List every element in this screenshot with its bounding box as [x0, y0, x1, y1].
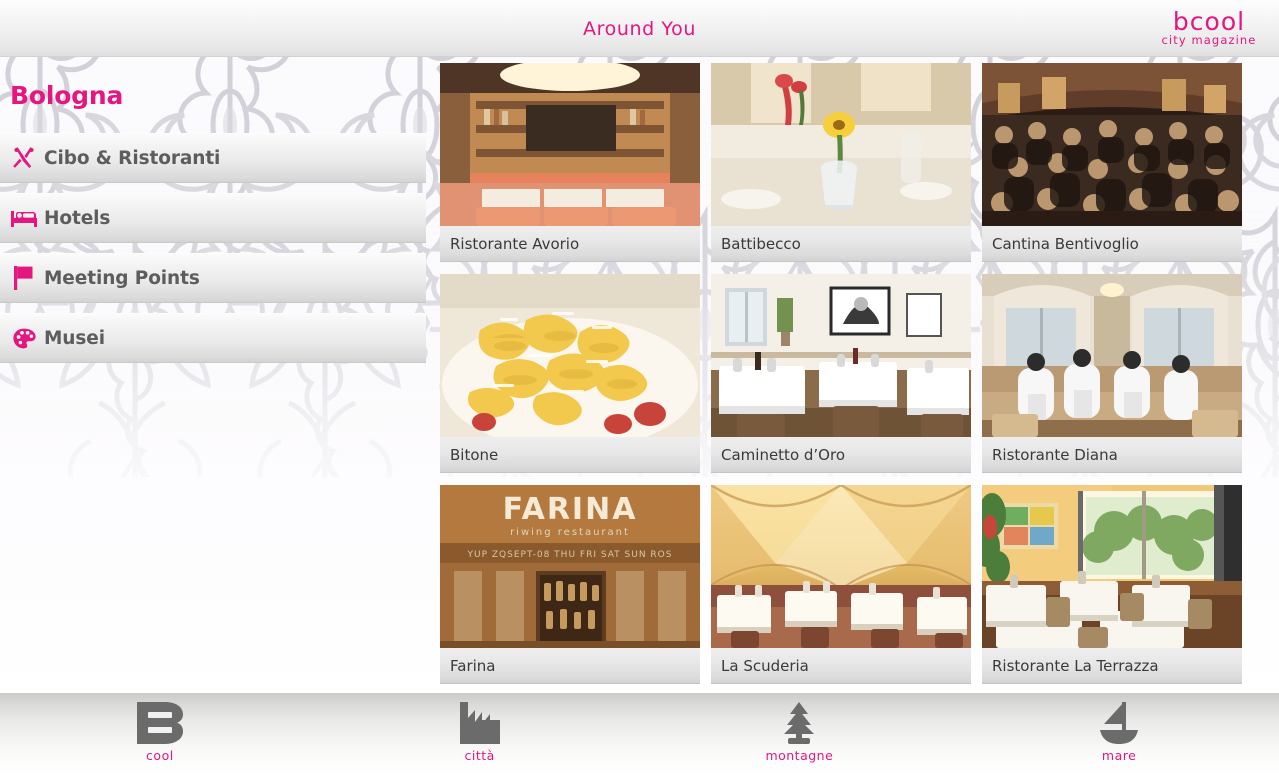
city-skyline-icon	[459, 701, 500, 745]
venue-card[interactable]: Battibecco	[711, 63, 971, 262]
sidebar-item-musei[interactable]: Musei	[0, 313, 426, 363]
logo-wordmark: bcool	[1172, 7, 1246, 36]
venue-card[interactable]: Ristorante Diana	[982, 274, 1242, 473]
sidebar-item-label: Musei	[44, 327, 105, 349]
venue-title: Ristorante Diana	[982, 437, 1242, 473]
bed-icon	[4, 209, 44, 227]
venue-title: Bitone	[440, 437, 700, 473]
nav-label: mare	[1101, 748, 1137, 763]
fork-knife-icon	[4, 147, 44, 169]
venue-card[interactable]: FARINA riwing restaurant YUP ZQSEPT-08 T…	[440, 485, 700, 684]
logo-tagline: city magazine	[1161, 33, 1257, 47]
venue-photo	[982, 274, 1242, 437]
venue-title: Caminetto d’Oro	[711, 437, 971, 473]
sidebar: Bologna Cibo & Ristoranti Hotels Meeting…	[0, 57, 426, 693]
venue-grid: Ristorante Avorio Battibecco Cantina Ben…	[440, 63, 1246, 696]
nav-item-mare[interactable]: mare	[959, 693, 1279, 775]
venue-title: Ristorante La Terrazza	[982, 648, 1242, 684]
category-menu: Cibo & Ristoranti Hotels Meeting Points …	[0, 133, 426, 373]
nav-label: cool	[146, 748, 174, 763]
venue-photo	[440, 274, 700, 437]
nav-item-cool[interactable]: cool	[0, 693, 320, 775]
venue-card[interactable]: La Scuderia	[711, 485, 971, 684]
svg-text:riwing restaurant: riwing restaurant	[510, 527, 630, 538]
venue-title: Battibecco	[711, 226, 971, 262]
venue-photo	[711, 485, 971, 648]
venue-photo: FARINA riwing restaurant YUP ZQSEPT-08 T…	[440, 485, 700, 648]
venue-title: La Scuderia	[711, 648, 971, 684]
nav-label: montagne	[765, 748, 834, 763]
venue-card[interactable]: Caminetto d’Oro	[711, 274, 971, 473]
venue-card[interactable]: Cantina Bentivoglio	[982, 63, 1242, 262]
venue-title: Farina	[440, 648, 700, 684]
app-header: Around You bcool city magazine	[0, 0, 1279, 57]
sidebar-item-meeting-points[interactable]: Meeting Points	[0, 253, 426, 303]
pine-tree-icon	[778, 701, 820, 745]
sidebar-item-cibo-ristoranti[interactable]: Cibo & Ristoranti	[0, 133, 426, 183]
venue-photo	[711, 274, 971, 437]
page-title: Around You	[583, 18, 696, 40]
svg-text:FARINA: FARINA	[503, 492, 638, 527]
sidebar-item-label: Meeting Points	[44, 267, 200, 289]
bcool-b-icon	[136, 701, 183, 745]
venue-photo	[982, 485, 1242, 648]
venue-photo	[711, 63, 971, 226]
bcool-logo[interactable]: bcool city magazine	[1153, 9, 1265, 47]
nav-item-citta[interactable]: città	[320, 693, 640, 775]
sidebar-item-label: Cibo & Ristoranti	[44, 147, 221, 169]
svg-text:YUP ZQSEPT-08 THU FRI SAT: YUP ZQSEPT-08 THU FRI SAT SUN ROS	[467, 550, 673, 560]
city-name: Bologna	[10, 81, 124, 110]
venue-photo	[440, 63, 700, 226]
nav-item-montagne[interactable]: montagne	[640, 693, 960, 775]
sidebar-item-hotels[interactable]: Hotels	[0, 193, 426, 243]
sailboat-icon	[1098, 701, 1140, 745]
venue-photo	[982, 63, 1242, 226]
bottom-navigation: cool città montagne mare	[0, 693, 1279, 775]
nav-label: città	[464, 748, 495, 763]
sidebar-item-label: Hotels	[44, 207, 111, 229]
venue-card[interactable]: Bitone	[440, 274, 700, 473]
app-root: Around You bcool city magazine Bologna C…	[0, 0, 1279, 775]
venue-card[interactable]: Ristorante Avorio	[440, 63, 700, 262]
venue-title: Cantina Bentivoglio	[982, 226, 1242, 262]
flag-icon	[4, 266, 44, 290]
venue-card[interactable]: Ristorante La Terrazza	[982, 485, 1242, 684]
venue-title: Ristorante Avorio	[440, 226, 700, 262]
palette-icon	[4, 328, 44, 349]
